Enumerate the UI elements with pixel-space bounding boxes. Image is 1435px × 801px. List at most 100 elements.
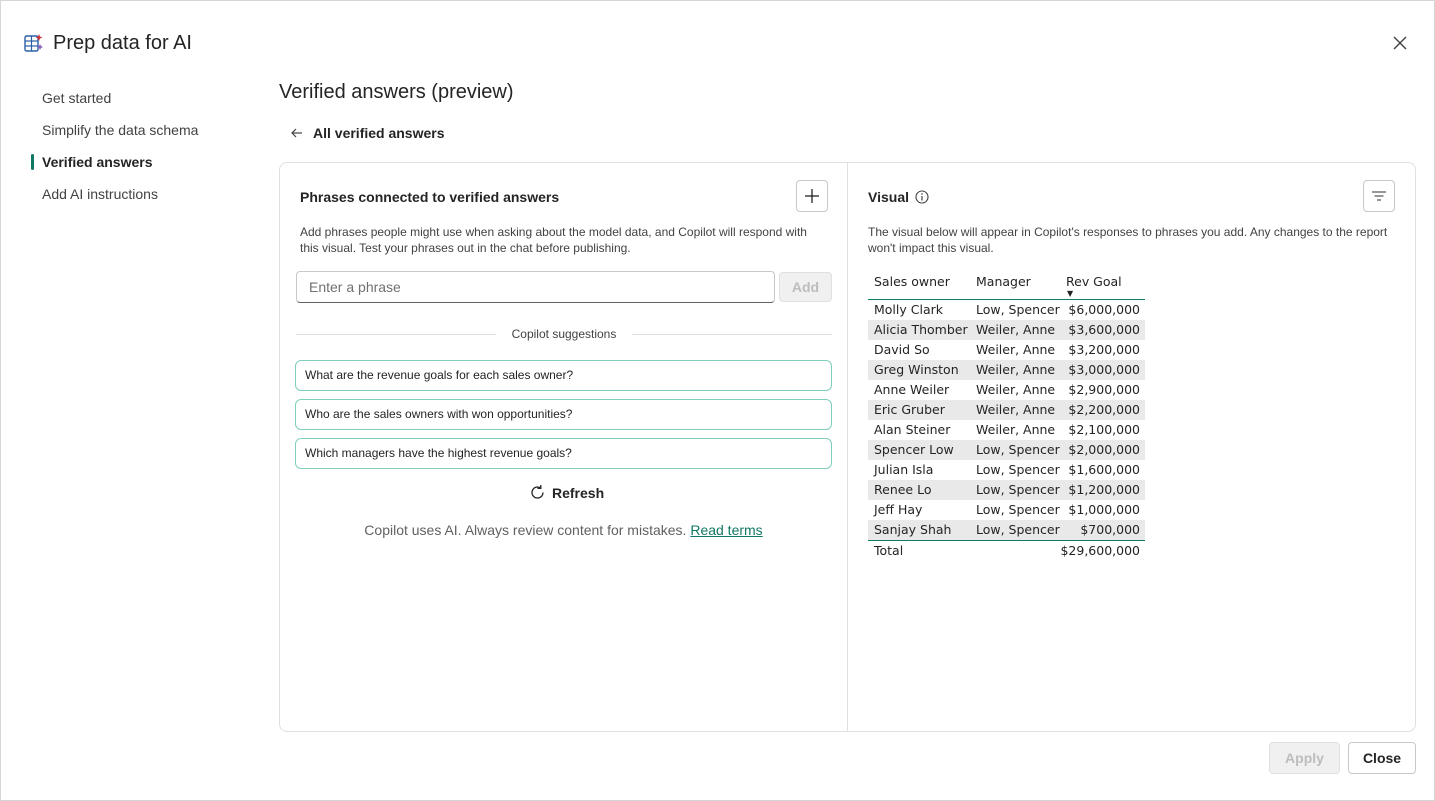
table-row: Anne Weiler Weiler, Anne $2,900,000 xyxy=(868,380,1145,400)
back-link-label: All verified answers xyxy=(313,125,445,141)
sidebar-item-ai-instructions[interactable]: Add AI instructions xyxy=(31,179,251,211)
cell-sales-owner: Alan Steiner xyxy=(874,422,951,437)
cell-rev-goal: $2,100,000 xyxy=(1068,422,1140,437)
sidebar-nav: Get started Simplify the data schema Ver… xyxy=(31,83,251,211)
cell-manager: Weiler, Anne xyxy=(976,322,1056,337)
sort-descending-icon: ▼ xyxy=(1067,289,1074,298)
total-label: Total xyxy=(874,543,904,558)
visual-pane: Visual The visual below will appear in C… xyxy=(848,163,1415,731)
cell-sales-owner: David So xyxy=(874,342,930,357)
cell-rev-goal: $2,000,000 xyxy=(1068,442,1140,457)
refresh-icon xyxy=(531,485,544,499)
cell-manager: Low, Spencer xyxy=(976,302,1060,317)
cell-sales-owner: Alicia Thomber xyxy=(874,322,968,337)
cell-manager: Weiler, Anne xyxy=(976,342,1056,357)
arrow-left-icon xyxy=(291,128,302,138)
plus-icon xyxy=(805,189,819,203)
column-header-rev-goal[interactable]: Rev Goal xyxy=(1066,274,1122,289)
cell-manager: Weiler, Anne xyxy=(976,402,1056,417)
cell-sales-owner: Anne Weiler xyxy=(874,382,950,397)
disclaimer-text: Copilot uses AI. Always review content f… xyxy=(364,522,687,538)
cell-manager: Low, Spencer xyxy=(976,462,1060,477)
cell-rev-goal: $2,900,000 xyxy=(1068,382,1140,397)
table-total-row: Total $29,600,000 xyxy=(868,540,1145,560)
read-terms-link[interactable]: Read terms xyxy=(690,522,762,538)
close-icon[interactable] xyxy=(1389,32,1411,54)
refresh-button[interactable]: Refresh xyxy=(529,484,604,501)
dialog-header: Prep data for AI xyxy=(23,29,192,57)
visual-description: The visual below will appear in Copilot'… xyxy=(868,225,1388,255)
suggestion-chip[interactable]: Who are the sales owners with won opport… xyxy=(295,399,832,430)
cell-manager: Low, Spencer xyxy=(976,522,1060,537)
cell-rev-goal: $1,600,000 xyxy=(1068,462,1140,477)
phrases-pane: Phrases connected to verified answers Ad… xyxy=(280,163,847,731)
cell-rev-goal: $3,600,000 xyxy=(1068,322,1140,337)
cell-rev-goal: $3,000,000 xyxy=(1068,362,1140,377)
back-to-all-verified-answers[interactable]: All verified answers xyxy=(291,125,445,141)
table-row: Spencer Low Low, Spencer $2,000,000 xyxy=(868,440,1145,460)
table-row: Sanjay Shah Low, Spencer $700,000 xyxy=(868,520,1145,540)
add-phrase-button[interactable] xyxy=(796,180,828,212)
visual-title: Visual xyxy=(868,189,909,205)
cell-sales-owner: Julian Isla xyxy=(874,462,934,477)
visual-header: Visual xyxy=(868,189,929,205)
info-icon[interactable] xyxy=(915,190,929,204)
cell-sales-owner: Eric Gruber xyxy=(874,402,945,417)
cell-sales-owner: Greg Winston xyxy=(874,362,959,377)
suggestion-chip[interactable]: What are the revenue goals for each sale… xyxy=(295,360,832,391)
column-header-sales-owner[interactable]: Sales owner xyxy=(874,274,950,289)
cell-manager: Low, Spencer xyxy=(976,502,1060,517)
filter-icon xyxy=(1372,191,1386,201)
cell-manager: Low, Spencer xyxy=(976,442,1060,457)
cell-manager: Weiler, Anne xyxy=(976,382,1056,397)
cell-rev-goal: $2,200,000 xyxy=(1068,402,1140,417)
copilot-suggestions-separator: Copilot suggestions xyxy=(296,326,832,342)
cell-manager: Weiler, Anne xyxy=(976,422,1056,437)
close-button[interactable]: Close xyxy=(1348,742,1416,774)
sidebar-item-verified-answers[interactable]: Verified answers xyxy=(31,147,251,179)
table-visual: Sales owner Manager Rev Goal ▼ Molly Cla… xyxy=(868,273,1145,560)
cell-manager: Low, Spencer xyxy=(976,482,1060,497)
cell-sales-owner: Jeff Hay xyxy=(874,502,923,517)
sidebar-item-simplify-schema[interactable]: Simplify the data schema xyxy=(31,115,251,147)
column-header-manager[interactable]: Manager xyxy=(976,274,1031,289)
cell-sales-owner: Molly Clark xyxy=(874,302,943,317)
page-title: Verified answers (preview) xyxy=(279,81,514,103)
copilot-suggestions-label: Copilot suggestions xyxy=(511,327,617,341)
table-row: David So Weiler, Anne $3,200,000 xyxy=(868,340,1145,360)
prep-data-ai-icon xyxy=(24,34,43,52)
suggestion-chip[interactable]: Which managers have the highest revenue … xyxy=(295,438,832,469)
ai-disclaimer: Copilot uses AI. Always review content f… xyxy=(280,522,847,538)
table-row: Jeff Hay Low, Spencer $1,000,000 xyxy=(868,500,1145,520)
cell-sales-owner: Spencer Low xyxy=(874,442,954,457)
table-row: Eric Gruber Weiler, Anne $2,200,000 xyxy=(868,400,1145,420)
apply-button[interactable]: Apply xyxy=(1269,742,1340,774)
table-row: Molly Clark Low, Spencer $6,000,000 xyxy=(868,300,1145,320)
table-row: Renee Lo Low, Spencer $1,200,000 xyxy=(868,480,1145,500)
prep-data-dialog: Prep data for AI Get started Simplify th… xyxy=(0,0,1435,801)
cell-sales-owner: Sanjay Shah xyxy=(874,522,952,537)
dialog-title: Prep data for AI xyxy=(53,31,192,54)
add-button[interactable]: Add xyxy=(779,272,832,302)
table-row: Julian Isla Low, Spencer $1,600,000 xyxy=(868,460,1145,480)
total-value: $29,600,000 xyxy=(1060,543,1140,558)
cell-rev-goal: $700,000 xyxy=(1080,522,1140,537)
cell-rev-goal: $3,200,000 xyxy=(1068,342,1140,357)
phrases-title: Phrases connected to verified answers xyxy=(300,189,560,205)
table-body: Molly Clark Low, Spencer $6,000,000 Alicia … xyxy=(868,300,1145,540)
cell-rev-goal: $6,000,000 xyxy=(1068,302,1140,317)
table-row: Alan Steiner Weiler, Anne $2,100,000 xyxy=(868,420,1145,440)
cell-manager: Weiler, Anne xyxy=(976,362,1056,377)
filter-button[interactable] xyxy=(1363,180,1395,212)
phrase-input[interactable] xyxy=(296,271,775,303)
refresh-label: Refresh xyxy=(552,484,605,501)
cell-sales-owner: Renee Lo xyxy=(874,482,932,497)
table-row: Alicia Thomber Weiler, Anne $3,600,000 xyxy=(868,320,1145,340)
sidebar-item-get-started[interactable]: Get started xyxy=(31,83,251,115)
table-header: Sales owner Manager Rev Goal ▼ xyxy=(868,273,1145,300)
verified-answer-card: Phrases connected to verified answers Ad… xyxy=(279,162,1416,732)
cell-rev-goal: $1,200,000 xyxy=(1068,482,1140,497)
cell-rev-goal: $1,000,000 xyxy=(1068,502,1140,517)
phrases-description: Add phrases people might use when asking… xyxy=(300,225,807,255)
table-row: Greg Winston Weiler, Anne $3,000,000 xyxy=(868,360,1145,380)
